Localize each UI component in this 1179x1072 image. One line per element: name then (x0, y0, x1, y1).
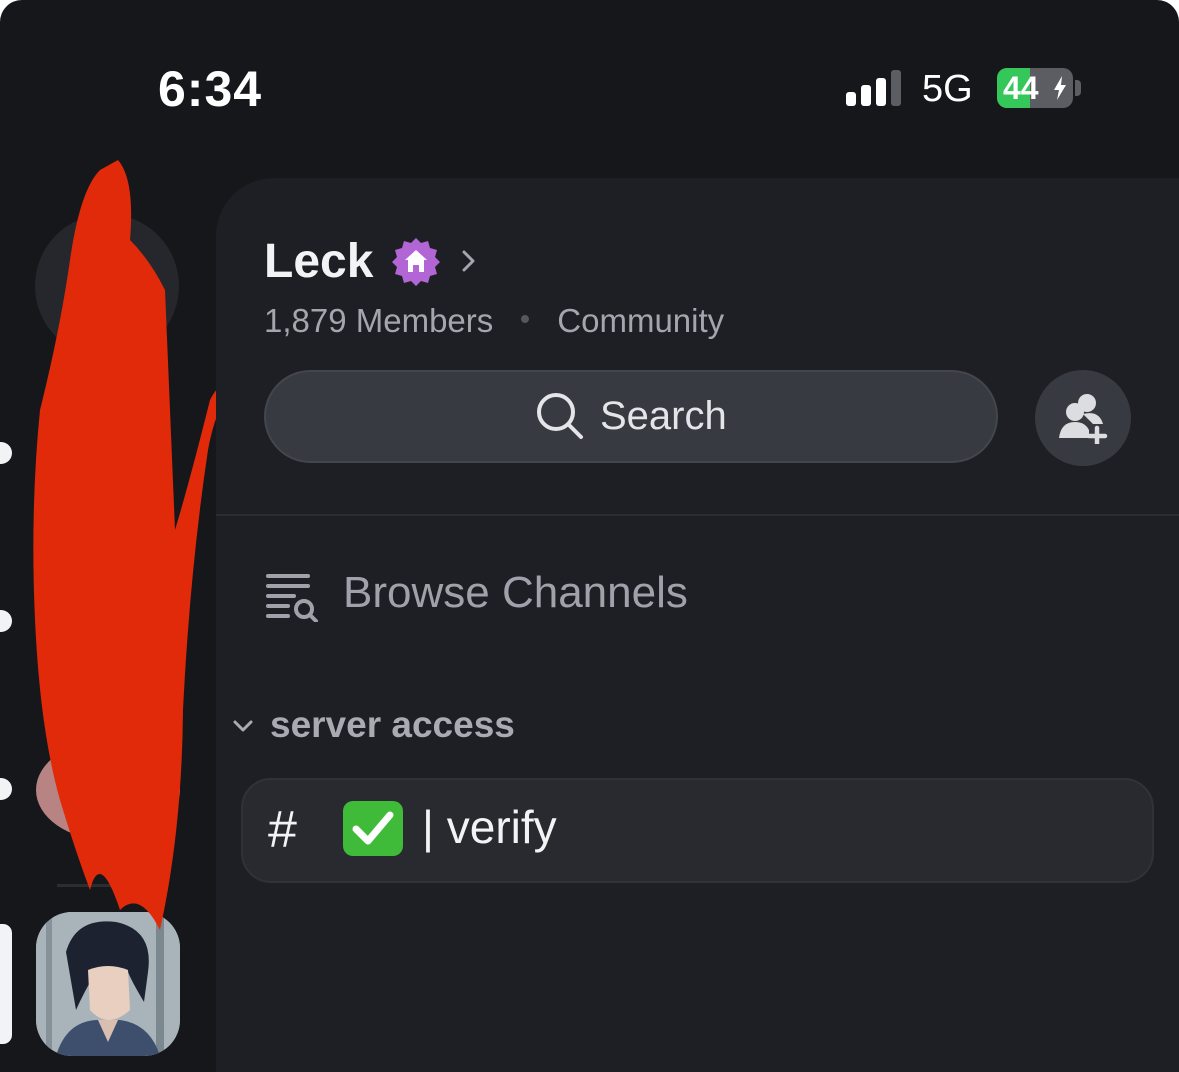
server-type: Community (557, 302, 725, 339)
selected-server-indicator (0, 924, 12, 1044)
add-member-icon (1059, 394, 1108, 444)
checkmark-icon (352, 811, 394, 845)
member-count: 1,879 Members (264, 302, 494, 339)
chevron-down-icon[interactable] (231, 716, 255, 736)
separator-dot (521, 315, 530, 324)
browse-channels-button[interactable]: Browse Channels (343, 568, 688, 618)
server-avatar[interactable] (36, 912, 180, 1056)
status-time: 6:34 (158, 61, 263, 117)
battery-icon: 44 (997, 68, 1073, 108)
battery-nub (1075, 80, 1081, 96)
server-name[interactable]: Leck (264, 234, 373, 289)
home-icon (392, 238, 440, 286)
redaction-scribble (33, 160, 236, 930)
channel-name: | verify (422, 801, 557, 853)
check-emoji-icon (343, 801, 403, 856)
channel-hash-icon: # (268, 801, 297, 859)
screen: 6:34 5G 44 Leck 1,879 Members Community … (0, 0, 1179, 1072)
chevron-right-icon[interactable] (458, 246, 480, 276)
search-icon (537, 393, 583, 439)
channel-browse-icon (266, 574, 318, 622)
search-label: Search (600, 394, 727, 438)
server-meta: 1,879 Members Community (264, 302, 724, 340)
network-type: 5G (922, 68, 973, 110)
category-server-access[interactable]: server access (270, 704, 515, 746)
header-divider (216, 514, 1179, 516)
charging-icon (1054, 76, 1066, 100)
anime-avatar-image (36, 912, 180, 1056)
signal-icon (846, 70, 901, 106)
battery-percent: 44 (1003, 70, 1039, 106)
invite-button[interactable] (1035, 370, 1131, 466)
